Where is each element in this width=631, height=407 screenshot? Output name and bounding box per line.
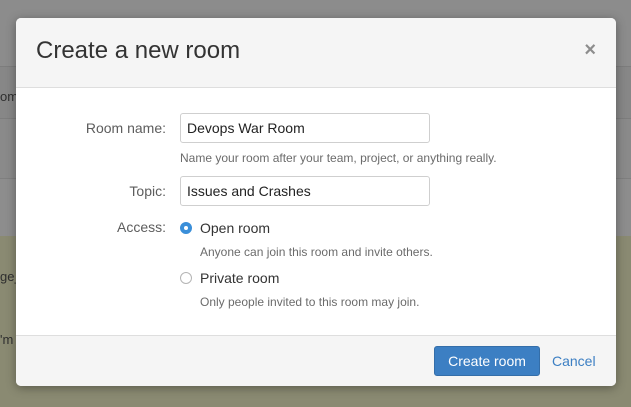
room-name-input[interactable] (180, 113, 430, 143)
private-room-help: Only people invited to this room may joi… (200, 295, 420, 309)
open-room-radio[interactable] (180, 222, 192, 234)
room-name-label: Room name: (85, 120, 166, 136)
create-room-dialog: Create a new room × Room name: Name your… (16, 18, 616, 386)
access-label: Access: (116, 219, 166, 235)
dialog-header: Create a new room × (16, 18, 616, 88)
private-room-radio[interactable] (180, 272, 192, 284)
background-text-fragment: 'm (0, 332, 14, 347)
topic-label: Topic: (129, 183, 166, 199)
room-name-help: Name your room after your team, project,… (180, 151, 497, 165)
open-room-help: Anyone can join this room and invite oth… (200, 245, 433, 259)
dialog-footer: Create room Cancel (16, 335, 616, 386)
private-room-label[interactable]: Private room (200, 270, 279, 286)
private-room-option[interactable]: Private room (180, 270, 279, 286)
cancel-link[interactable]: Cancel (552, 353, 596, 369)
open-room-option[interactable]: Open room (180, 220, 270, 236)
open-room-label[interactable]: Open room (200, 220, 270, 236)
create-room-button[interactable]: Create room (434, 346, 540, 376)
close-icon[interactable]: × (584, 40, 596, 60)
topic-input[interactable] (180, 176, 430, 206)
dialog-title: Create a new room (36, 37, 241, 64)
